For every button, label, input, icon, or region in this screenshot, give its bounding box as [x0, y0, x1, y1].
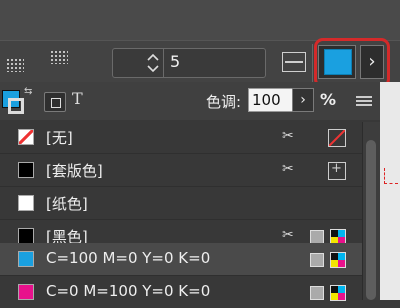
swatch-label: [纸色] — [46, 195, 88, 213]
toolbar-divider — [312, 44, 313, 82]
swatch-row-none[interactable]: [无] ✂ — [0, 121, 362, 153]
color-swatch — [18, 251, 34, 267]
stroke-indicator[interactable] — [8, 98, 24, 114]
color-swatch — [18, 228, 34, 244]
grid-view-icon[interactable] — [6, 58, 24, 72]
swatch-row-magenta[interactable]: C=0 M=100 Y=0 K=0 — [0, 276, 362, 308]
swatch-row-registration[interactable]: [套版色] ✂ — [0, 154, 362, 186]
stepper-arrows-icon[interactable] — [142, 48, 164, 78]
none-swatch-icon — [18, 129, 34, 145]
stepper-value[interactable]: 5 — [170, 52, 180, 71]
no-edit-icon: ✂ — [282, 227, 294, 243]
swap-fill-stroke-icon[interactable]: ⇆ — [24, 86, 32, 97]
swatch-label: [套版色] — [46, 162, 103, 180]
top-strip — [0, 0, 400, 40]
tint-label: 色调: — [206, 93, 242, 111]
frame-fit-icon[interactable] — [282, 52, 306, 72]
panel-menu-icon[interactable] — [356, 96, 372, 106]
tint-input[interactable]: 100 — [248, 88, 296, 112]
swatch-label: [无] — [46, 129, 73, 147]
swatch-row-paper[interactable]: [纸色] — [0, 187, 362, 219]
color-swatch — [18, 284, 34, 300]
no-edit-icon: ✂ — [282, 128, 294, 144]
page-edge-guide — [384, 168, 398, 184]
formatting-text-button[interactable]: T — [72, 89, 83, 108]
process-color-icon — [310, 230, 324, 244]
swatch-label: C=0 M=100 Y=0 K=0 — [46, 282, 211, 300]
swatch-label: C=100 M=0 Y=0 K=0 — [46, 249, 211, 267]
color-swatch — [18, 162, 34, 178]
cmyk-mode-icon — [330, 252, 346, 268]
document-canvas — [380, 82, 400, 300]
highlight-annotation — [314, 38, 390, 88]
tint-slider-button[interactable]: › — [292, 88, 314, 112]
process-color-icon — [310, 286, 324, 300]
grid-view-icon[interactable] — [50, 50, 68, 64]
scrollbar-thumb[interactable] — [366, 140, 376, 300]
formatting-container-button[interactable] — [44, 92, 66, 112]
color-swatch — [18, 195, 34, 211]
registration-icon — [328, 161, 346, 180]
cmyk-mode-icon — [330, 285, 346, 301]
swatch-row-cyan[interactable]: C=100 M=0 Y=0 K=0 — [0, 243, 362, 275]
none-color-icon — [328, 129, 346, 147]
process-color-icon — [310, 253, 324, 267]
no-edit-icon: ✂ — [282, 161, 294, 177]
rows-stepper[interactable] — [112, 48, 266, 78]
percent-label: % — [320, 90, 337, 109]
